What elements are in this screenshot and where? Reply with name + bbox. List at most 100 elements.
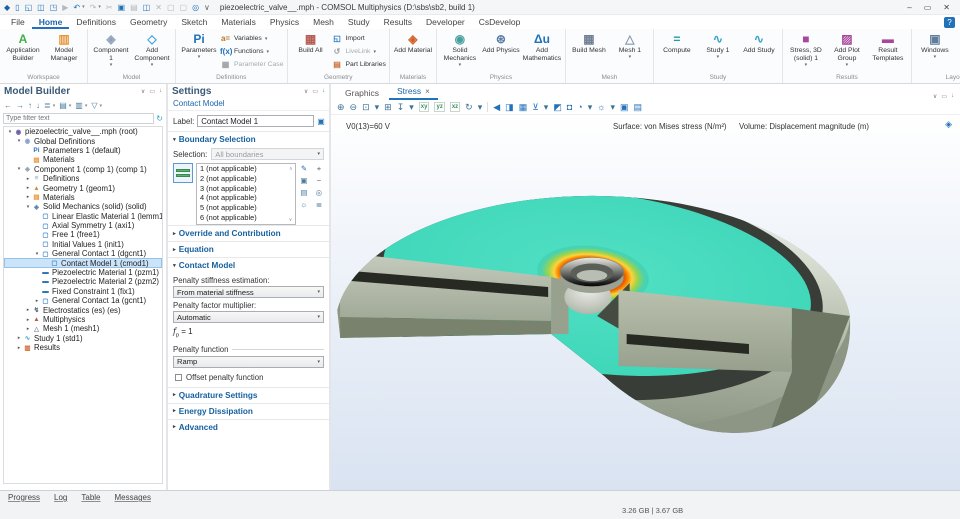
qat-more-icon[interactable]: ∨	[204, 0, 210, 15]
refresh-icon[interactable]: ↻	[156, 114, 163, 123]
section-advanced[interactable]: ▸Advanced	[168, 419, 329, 435]
go-forward-icon[interactable]: →	[16, 101, 24, 110]
tree-item[interactable]: ▬Piezoelectric Material 1 (pzm1)	[4, 268, 162, 277]
build-all-button[interactable]: ▦Build All	[291, 30, 331, 55]
panel-menu-icon[interactable]: ∨	[141, 88, 145, 95]
delete-icon[interactable]: ✕	[155, 0, 162, 15]
tree-item[interactable]: ▸▤Materials	[4, 193, 162, 202]
color-theme-icon[interactable]: ◔	[577, 100, 582, 115]
duplicate-icon[interactable]: ◫	[143, 0, 151, 15]
ribbon-tab-developer[interactable]: Developer	[419, 15, 472, 29]
add-to-selection-icon[interactable]: +	[314, 164, 324, 173]
filter-input[interactable]	[3, 113, 154, 124]
tree-item[interactable]: ▾◈Component 1 (comp 1) (comp 1)	[4, 165, 162, 174]
expander-open-icon[interactable]: ▾	[15, 138, 23, 144]
boundary-list-item[interactable]: 4 (not applicable)	[197, 193, 295, 203]
copy-icon[interactable]: ▣	[118, 0, 126, 15]
section-equation[interactable]: ▸Equation	[168, 241, 329, 257]
scene-light-icon[interactable]: ◀	[493, 100, 500, 115]
section-contact-model[interactable]: ▾ Contact Model	[168, 257, 329, 273]
tab-stress[interactable]: Stress×	[389, 84, 438, 100]
expander-open-icon[interactable]: ▾	[33, 251, 41, 257]
add-plot-group-button[interactable]: ▨Add Plot Group▾	[827, 30, 867, 68]
ribbon-tab-file[interactable]: File	[4, 15, 32, 29]
livelink-button[interactable]: ↺LiveLink▾	[332, 46, 386, 57]
chevron-down-icon[interactable]: ▾	[82, 0, 85, 15]
section-quadrature-settings[interactable]: ▸Quadrature Settings	[168, 387, 329, 403]
transparency-icon[interactable]: ◨	[505, 100, 514, 115]
add-physics-button[interactable]: ⊛Add Physics	[481, 30, 521, 55]
remove-from-selection-icon[interactable]: −	[314, 176, 324, 185]
view-xy-icon[interactable]: xy	[419, 102, 430, 112]
zoom-in-icon[interactable]: ⊕	[337, 100, 345, 115]
minimize-button[interactable]: –	[907, 0, 911, 15]
tree-item[interactable]: ▾▢General Contact 1 (dgcnt1)	[4, 249, 162, 258]
functions-button[interactable]: f(x)Functions▾	[220, 46, 284, 57]
create-selection-icon[interactable]: ✎	[299, 164, 309, 173]
expander-closed-icon[interactable]: ▸	[24, 317, 32, 323]
add-material-button[interactable]: ◈Add Material	[393, 30, 433, 55]
move-up-icon[interactable]: ↑	[28, 101, 32, 110]
tree-item[interactable]: ▸▲Multiphysics	[4, 315, 162, 324]
compute-button[interactable]: =Compute	[657, 30, 697, 55]
open-icon[interactable]: ◱	[25, 0, 33, 15]
save-as-icon[interactable]: ◳	[50, 0, 58, 15]
chevron-down-icon[interactable]: ▾	[100, 103, 103, 109]
tree-item[interactable]: ▸∿Study 1 (std1)	[4, 334, 162, 343]
chevron-down-icon[interactable]: ▾	[544, 100, 549, 115]
parameters-button[interactable]: PiParameters▾	[179, 30, 219, 61]
tree-item[interactable]: ▢Contact Model 1 (cmod1)	[4, 258, 162, 267]
new-file-icon[interactable]: ▯	[15, 0, 19, 15]
mesh-1-button[interactable]: △Mesh 1▾	[610, 30, 650, 61]
status-tab-messages[interactable]: Messages	[115, 493, 151, 502]
update-solution-icon[interactable]: ▢	[180, 0, 188, 15]
parameter-case-button[interactable]: ▦Parameter Case	[220, 59, 284, 70]
save-icon[interactable]: ◫	[37, 0, 45, 15]
ribbon-tab-mesh[interactable]: Mesh	[306, 15, 341, 29]
variables-button[interactable]: a=Variables▾	[220, 33, 284, 44]
ribbon-tab-definitions[interactable]: Definitions	[69, 15, 123, 29]
expander-closed-icon[interactable]: ▸	[24, 194, 32, 200]
selection-list-icon[interactable]: ≣	[314, 200, 324, 209]
ribbon-tab-study[interactable]: Study	[341, 15, 377, 29]
panel-pin-icon[interactable]: ↓	[159, 88, 162, 95]
ribbon-tab-sketch[interactable]: Sketch	[174, 15, 214, 29]
chevron-down-icon[interactable]: ▾	[53, 103, 56, 109]
tree-item[interactable]: ▢Free 1 (free1)	[4, 230, 162, 239]
expander-closed-icon[interactable]: ▸	[24, 185, 32, 191]
collapse-all-icon[interactable]: ▤	[59, 101, 67, 110]
result-templates-button[interactable]: ▬Result Templates	[868, 30, 908, 63]
label-input[interactable]	[197, 115, 314, 127]
model-tree-nodes-icon[interactable]: ▥	[75, 101, 83, 110]
component-1-button[interactable]: ◈Component 1▾	[91, 30, 131, 68]
tree-item[interactable]: ▸△Mesh 1 (mesh1)	[4, 324, 162, 333]
offset-penalty-checkbox[interactable]	[175, 374, 182, 381]
chevron-down-icon[interactable]: ▾	[69, 103, 72, 109]
stiffness-combo[interactable]: From material stiffness ▾	[173, 286, 324, 298]
tree-item[interactable]: ▸▢General Contact 1a (gcnt1)	[4, 296, 162, 305]
tab-graphics[interactable]: Graphics	[337, 86, 387, 100]
expander-closed-icon[interactable]: ▸	[24, 176, 32, 182]
panel-menu-icon[interactable]: ∨	[304, 88, 308, 95]
tree-item[interactable]: ▾◉piezoelectric_valve__.mph (root)	[4, 127, 162, 136]
tree-item[interactable]: ▸↯Electrostatics (es) (es)	[4, 305, 162, 314]
chevron-down-icon[interactable]: ▾	[588, 100, 593, 115]
paste-icon[interactable]: ▤	[130, 0, 138, 15]
study-1-button[interactable]: ∿Study 1▾	[698, 30, 738, 61]
panel-float-icon[interactable]: ▭	[312, 88, 318, 95]
scroll-up-icon[interactable]: ∨	[289, 165, 293, 171]
chevron-down-icon[interactable]: ▾	[98, 0, 101, 15]
print-icon[interactable]: ▤	[634, 100, 643, 115]
show-icon[interactable]: ≣	[44, 101, 51, 110]
selection-preview-button[interactable]	[173, 163, 193, 183]
view-yz-icon[interactable]: yz	[434, 102, 444, 112]
expander-open-icon[interactable]: ▾	[6, 129, 14, 135]
solid-mechanics-button[interactable]: ◉Solid Mechanics▾	[440, 30, 480, 68]
zoom-extents-icon[interactable]: ⊞	[384, 100, 392, 115]
multiplier-combo[interactable]: Automatic ▾	[173, 311, 324, 323]
run-icon[interactable]: ▶	[62, 0, 68, 15]
tree-item[interactable]: ▾◉Global Definitions	[4, 136, 162, 145]
stress-3d-solid-1-button[interactable]: ■Stress, 3D (solid) 1▾	[786, 30, 826, 68]
ribbon-tab-physics[interactable]: Physics	[263, 15, 306, 29]
copy-selection-icon[interactable]: ▣	[299, 176, 309, 185]
